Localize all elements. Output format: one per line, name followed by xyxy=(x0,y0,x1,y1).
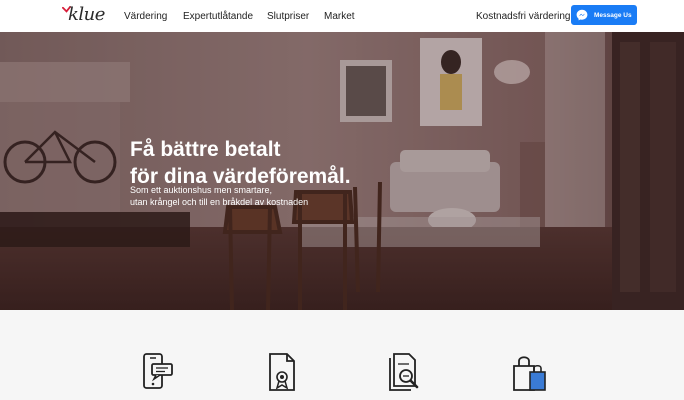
features-section xyxy=(0,310,684,400)
top-navigation: klue Värdering Expertutlåtande Slutprise… xyxy=(0,0,684,32)
hero-subtitle: Som ett auktionshus men smartare, utan k… xyxy=(130,184,308,208)
hero-subtitle-line-1: Som ett auktionshus men smartare, xyxy=(130,185,273,195)
hero-subtitle-line-2: utan krångel och till en bråkdel av kost… xyxy=(130,197,309,207)
certificate-document-icon xyxy=(269,353,295,391)
hero-title-line-1: Få bättre betalt xyxy=(130,138,281,161)
shopping-bag-icon xyxy=(513,356,546,391)
messenger-icon xyxy=(576,9,588,21)
messenger-label: Message Us xyxy=(594,11,632,19)
nav-link-slutpriser[interactable]: Slutpriser xyxy=(267,11,309,22)
hero-banner: Få bättre betalt för dina värdeföremål. … xyxy=(0,32,684,310)
phone-chat-icon xyxy=(143,353,173,389)
logo-wordmark: klue xyxy=(68,4,105,25)
nav-link-market[interactable]: Market xyxy=(324,11,355,22)
document-search-icon xyxy=(389,353,419,391)
messenger-button[interactable]: Message Us xyxy=(571,5,637,25)
nav-link-vardering[interactable]: Värdering xyxy=(124,11,167,22)
hero-title: Få bättre betalt för dina värdeföremål. xyxy=(130,136,351,190)
nav-link-kostnadsfri-vardering[interactable]: Kostnadsfri värdering xyxy=(476,11,571,22)
nav-link-expertutlatande[interactable]: Expertutlåtande xyxy=(183,11,253,22)
klue-logo[interactable]: klue xyxy=(62,4,112,26)
